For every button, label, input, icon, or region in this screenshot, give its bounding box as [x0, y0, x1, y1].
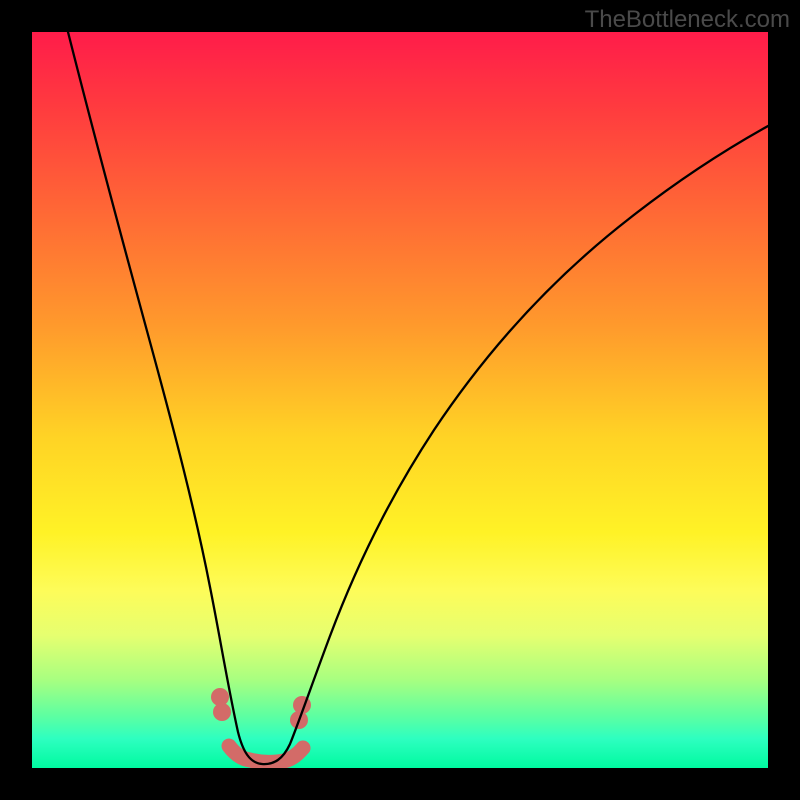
watermark-text: TheBottleneck.com	[585, 6, 790, 34]
valley-highlight	[229, 746, 303, 762]
chart-frame: TheBottleneck.com	[0, 0, 800, 800]
plot-area	[32, 32, 768, 768]
curve-path	[68, 32, 768, 764]
bottleneck-curve	[32, 32, 768, 768]
shoulder-dot	[213, 703, 231, 721]
